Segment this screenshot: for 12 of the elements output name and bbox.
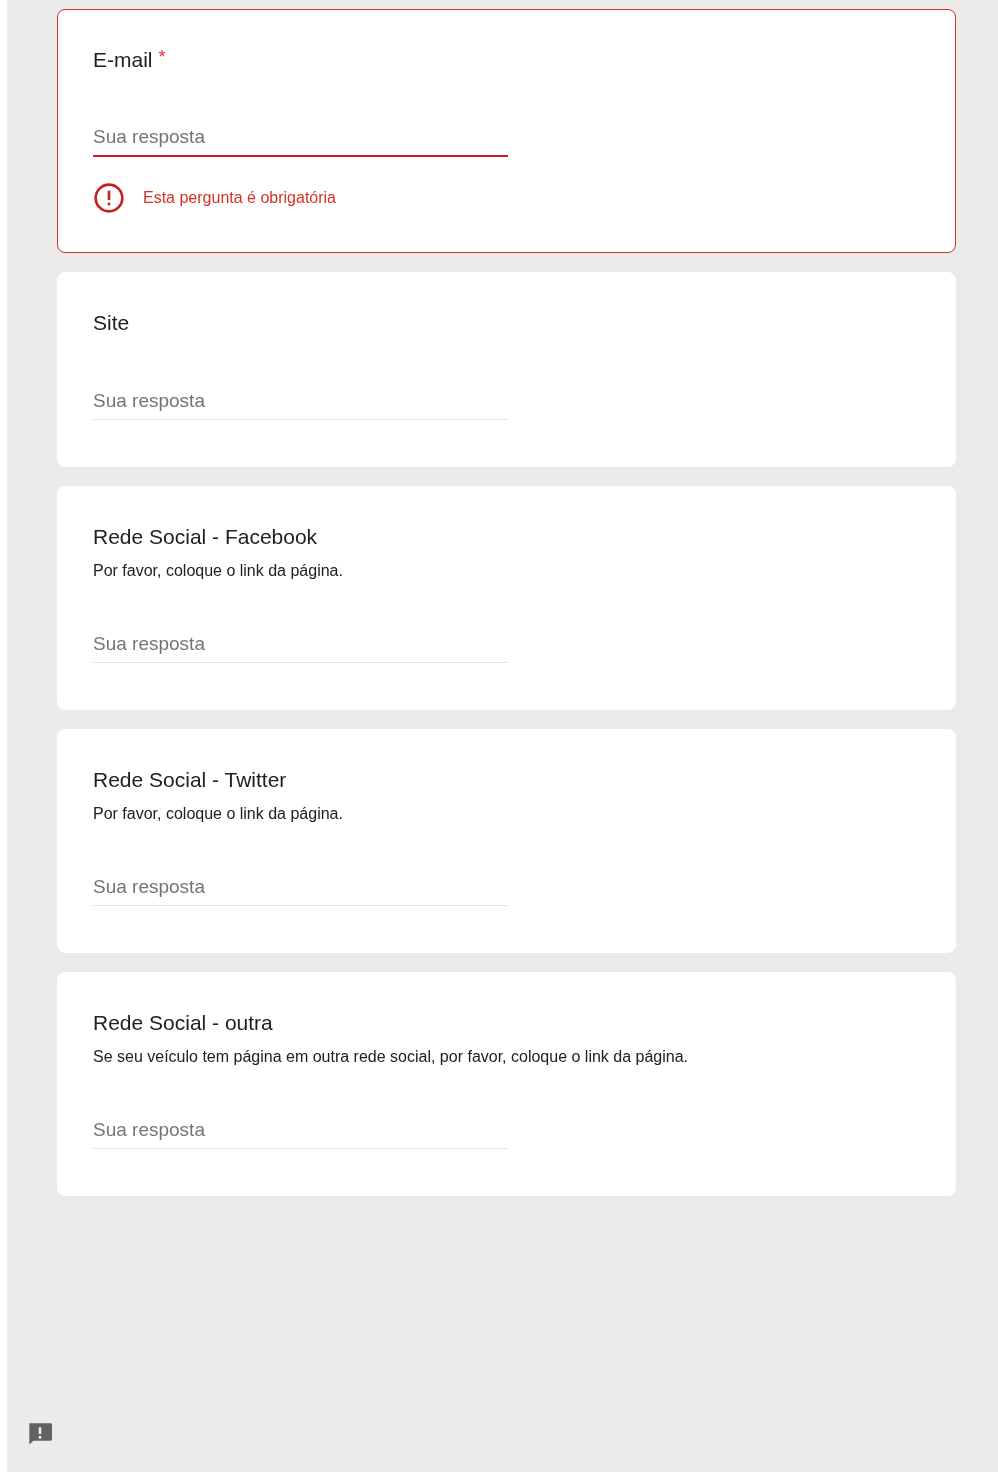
required-asterisk: * [158, 47, 166, 68]
question-title: Rede Social - Twitter [93, 768, 287, 792]
question-title: E-mail [93, 48, 153, 72]
error-icon [93, 182, 125, 214]
question-title: Site [93, 311, 130, 335]
question-title: Rede Social - Facebook [93, 525, 318, 549]
error-message: Esta pergunta é obrigatória [143, 189, 336, 207]
question-description: Por favor, coloque o link da página. [93, 804, 343, 824]
question-title: Rede Social - outra [93, 1011, 273, 1035]
answer-field[interactable]: Sua resposta [93, 119, 508, 157]
question-description: Por favor, coloque o link da página. [93, 561, 343, 581]
question-description: Se seu veículo tem página em outra rede social, por favor, coloque o link da página. [93, 1047, 689, 1067]
